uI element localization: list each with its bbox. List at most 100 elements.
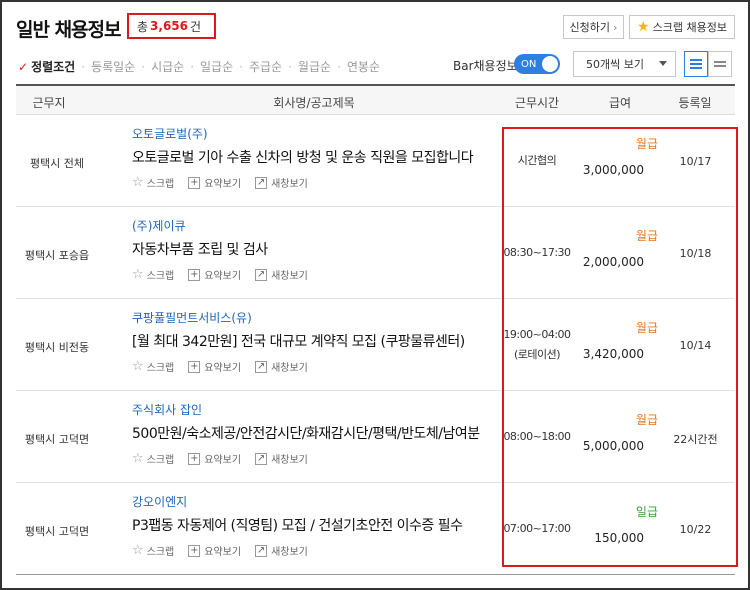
count-value: 3,656 (150, 19, 189, 33)
scrap-button[interactable]: ☆ 스크랩 (132, 267, 174, 282)
job-location: 평택시 포승읍 (24, 249, 90, 262)
new-window-button[interactable]: ↗ 새창보기 (255, 543, 308, 558)
apply-label: 신청하기 (569, 21, 611, 34)
plus-box-icon: + (188, 176, 201, 189)
star-icon: ★ (637, 19, 650, 35)
plus-box-icon: + (188, 452, 201, 465)
count-prefix: 총 (137, 19, 149, 34)
new-window-label: 새창보기 (271, 455, 308, 466)
star-icon: ☆ (132, 175, 144, 190)
scrap-label: 스크랩 (146, 271, 175, 282)
company-name-link[interactable]: (주)제이큐 (132, 217, 186, 234)
new-window-icon: ↗ (255, 452, 268, 465)
table-header: 근무지 회사명/공고제목 근무시간 급여 등록일 (16, 84, 735, 115)
new-window-icon: ↗ (255, 176, 268, 189)
summary-label: 요약보기 (204, 455, 242, 466)
page-title: 일반 채용정보 (16, 19, 121, 41)
page-size-value: 50개씩 보기 (586, 58, 644, 71)
summary-label: 요약보기 (204, 179, 242, 190)
star-icon: ☆ (132, 451, 144, 466)
star-icon: ☆ (132, 267, 144, 282)
list-view-icon (690, 59, 702, 69)
highlight-box (502, 127, 738, 567)
column-header-title: 회사명/공고제목 (273, 96, 355, 110)
plus-box-icon: + (188, 268, 201, 281)
sort-option[interactable]: 시급순 (151, 58, 184, 75)
sort-options: ✓ 정렬조건 · 등록일순 · 시급순 · 일급순 · 주급순 · 월급순 · 연봉순 (18, 58, 380, 75)
scrap-button[interactable]: ☆ 스크랩 (132, 543, 174, 558)
sort-separator: · (81, 59, 86, 74)
job-title-link[interactable]: 자동차부품 조립 및 검사 (132, 239, 268, 259)
sort-option[interactable]: 정렬조건 (31, 58, 75, 75)
sort-separator: · (190, 59, 195, 74)
company-name-link[interactable]: 강오이엔지 (132, 493, 187, 510)
page-size-select[interactable]: 50개씩 보기 (573, 51, 676, 77)
sort-separator: · (141, 59, 146, 74)
company-name-link[interactable]: 주식회사 잡인 (132, 401, 202, 418)
count-suffix: 건 (190, 19, 202, 34)
sort-option[interactable]: 일급순 (200, 58, 233, 75)
scrap-label: 스크랩 (146, 455, 175, 466)
plus-box-icon: + (188, 544, 201, 557)
column-header-date: 등록일 (678, 96, 712, 110)
summary-label: 요약보기 (204, 271, 242, 282)
job-title-link[interactable]: 오토글로벌 기아 수출 신차의 방청 및 운송 직원을 모집합니다 (132, 147, 474, 167)
job-location: 평택시 비전동 (24, 341, 90, 354)
row-actions: ☆ 스크랩 + 요약보기 ↗ 새창보기 (132, 175, 322, 190)
new-window-button[interactable]: ↗ 새창보기 (255, 175, 308, 190)
summary-button[interactable]: + 요약보기 (188, 543, 241, 558)
column-header-location: 근무지 (32, 96, 66, 110)
new-window-label: 새창보기 (271, 363, 308, 374)
job-location: 평택시 전체 (29, 157, 85, 170)
card-view-icon (714, 61, 726, 67)
toggle-state: ON (521, 58, 537, 70)
column-header-time: 근무시간 (514, 96, 560, 110)
scrap-jobs-button[interactable]: ★ 스크랩 채용정보 (629, 15, 735, 39)
row-actions: ☆ 스크랩 + 요약보기 ↗ 새창보기 (132, 359, 322, 374)
sort-separator: · (239, 59, 243, 74)
summary-button[interactable]: + 요약보기 (188, 175, 241, 190)
column-header-pay: 급여 (608, 96, 632, 110)
new-window-button[interactable]: ↗ 새창보기 (255, 359, 308, 374)
scrap-button[interactable]: ☆ 스크랩 (132, 175, 174, 190)
sort-option[interactable]: 등록일순 (91, 58, 135, 75)
scrap-button[interactable]: ☆ 스크랩 (132, 359, 174, 374)
scrap-label: 스크랩 (146, 363, 175, 374)
total-count-badge: 총 3,656 건 (127, 13, 216, 39)
job-location: 평택시 고덕면 (24, 525, 90, 538)
company-name-link[interactable]: 오토글로벌(주) (132, 125, 208, 142)
bar-toggle-switch[interactable]: ON (514, 54, 560, 74)
new-window-button[interactable]: ↗ 새창보기 (255, 451, 308, 466)
sort-option[interactable]: 주급순 (249, 58, 282, 75)
summary-button[interactable]: + 요약보기 (188, 267, 241, 282)
job-title-link[interactable]: [월 최대 342만원] 전국 대규모 계약직 모집 (쿠팡물류센터) (132, 331, 465, 351)
scrap-jobs-label: 스크랩 채용정보 (652, 21, 727, 34)
scrap-label: 스크랩 (146, 179, 175, 190)
job-title-link[interactable]: 500만원/숙소제공/안전감시단/화재감시단/평택/반도체/남여분 (132, 423, 480, 443)
list-view-button[interactable] (684, 51, 708, 77)
scrap-button[interactable]: ☆ 스크랩 (132, 451, 174, 466)
company-name-link[interactable]: 쿠팡풀필먼트서비스(유) (132, 309, 252, 326)
summary-button[interactable]: + 요약보기 (188, 451, 241, 466)
job-title-link[interactable]: P3팹동 자동제어 (직영팀) 모집 / 건설기초안전 이수증 필수 (132, 515, 463, 535)
check-icon: ✓ (18, 59, 29, 74)
sort-option[interactable]: 월급순 (298, 58, 331, 75)
row-actions: ☆ 스크랩 + 요약보기 ↗ 새창보기 (132, 543, 322, 558)
toggle-knob (542, 56, 558, 72)
new-window-label: 새창보기 (271, 271, 308, 282)
chevron-right-icon: › (613, 20, 618, 34)
sort-separator: · (288, 59, 292, 74)
card-view-button[interactable] (708, 51, 732, 77)
apply-button[interactable]: 신청하기 › (563, 15, 624, 39)
star-icon: ☆ (132, 543, 144, 558)
new-window-label: 새창보기 (271, 179, 308, 190)
bar-toggle-label: Bar채용정보 (453, 59, 518, 73)
row-actions: ☆ 스크랩 + 요약보기 ↗ 새창보기 (132, 267, 322, 282)
plus-box-icon: + (188, 360, 201, 373)
table-bottom-border (16, 574, 735, 575)
row-actions: ☆ 스크랩 + 요약보기 ↗ 새창보기 (132, 451, 322, 466)
summary-button[interactable]: + 요약보기 (188, 359, 241, 374)
new-window-button[interactable]: ↗ 새창보기 (255, 267, 308, 282)
sort-option[interactable]: 연봉순 (347, 58, 380, 75)
sort-separator: · (337, 59, 341, 74)
